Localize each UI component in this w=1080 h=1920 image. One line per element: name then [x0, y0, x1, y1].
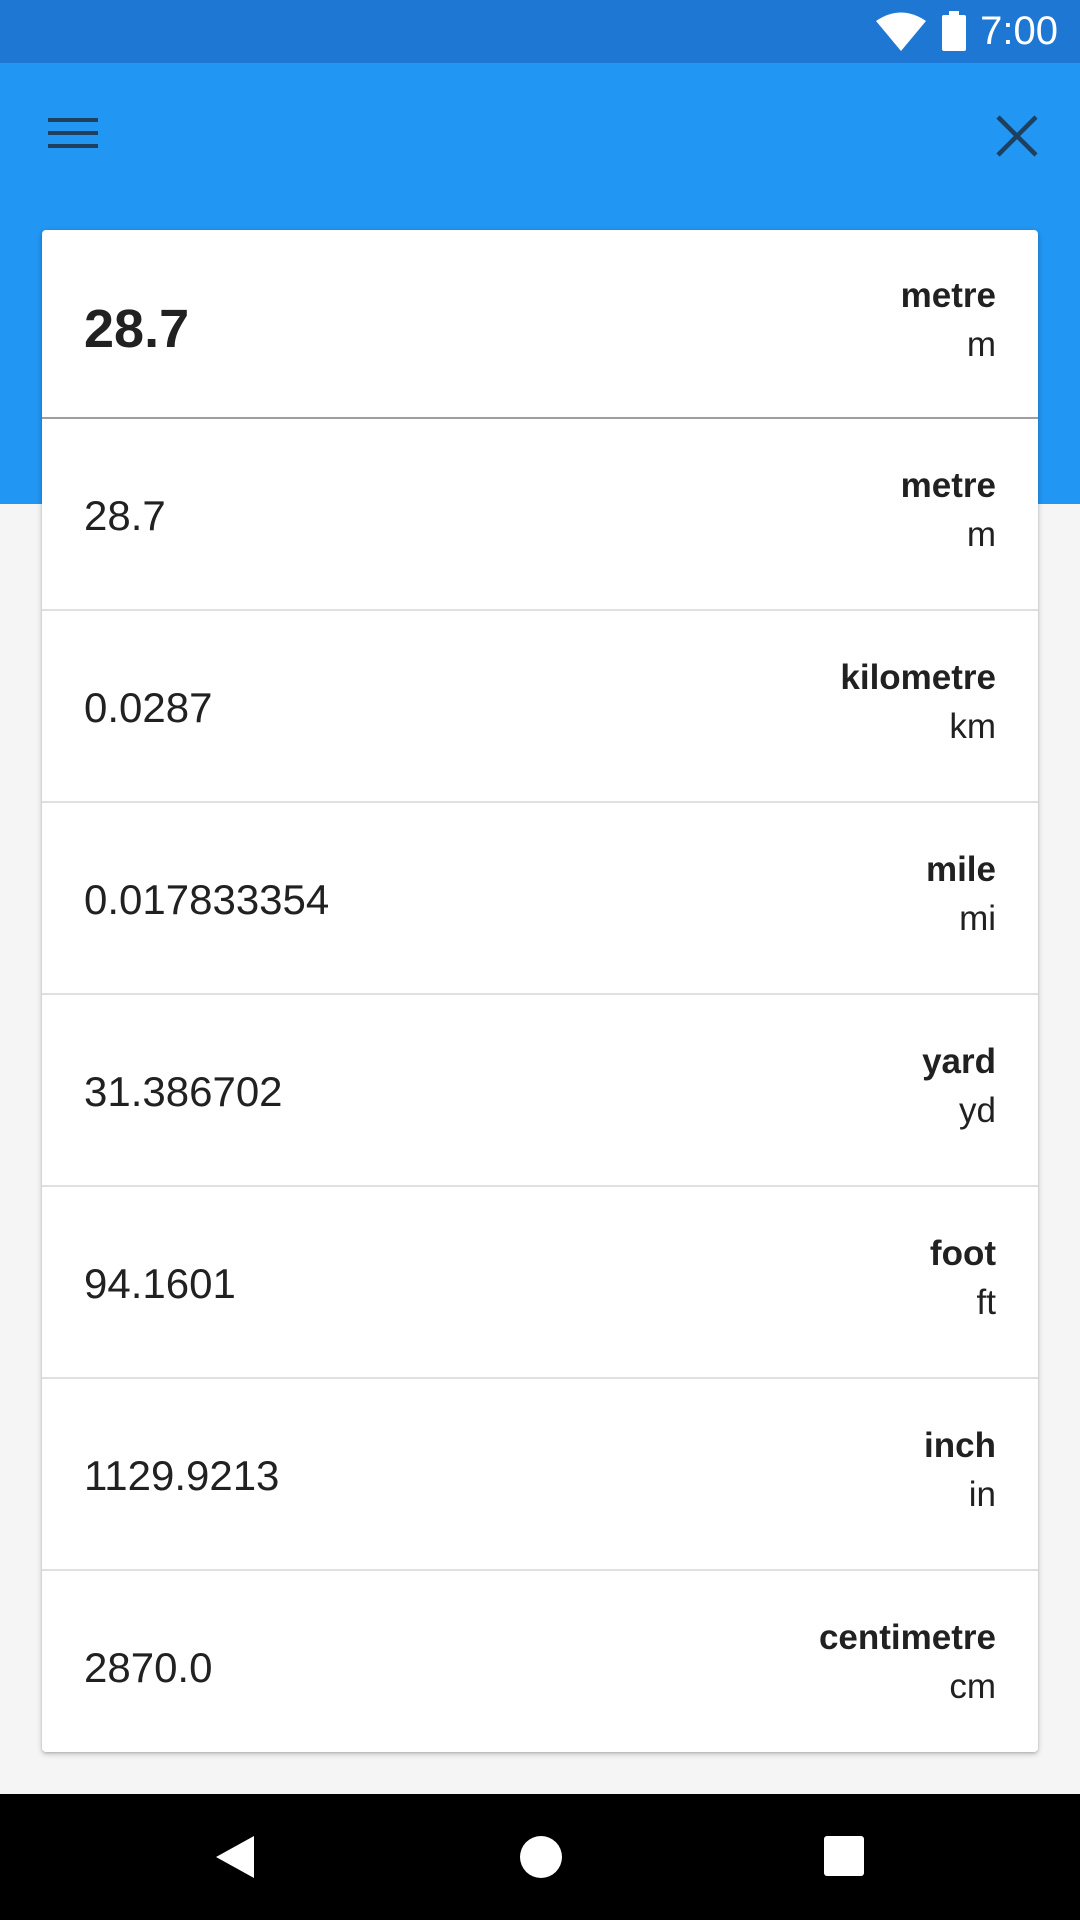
recents-icon[interactable]	[824, 1836, 864, 1876]
status-bar: 7:00	[0, 0, 1080, 63]
result-value: 31.386702	[84, 1068, 283, 1115]
result-unit-symbol: yd	[959, 1091, 996, 1130]
close-icon	[996, 115, 1038, 157]
close-button[interactable]	[981, 100, 1053, 172]
result-unit-name: centimetre	[818, 1618, 996, 1657]
result-unit-name: yard	[922, 1042, 996, 1081]
result-row-kilometre[interactable]: 0.0287 kilometre km	[42, 611, 1038, 803]
result-value: 1129.9213	[84, 1452, 280, 1499]
result-unit-name: metre	[900, 466, 996, 505]
result-value: 94.1601	[84, 1260, 236, 1307]
input-unit-symbol: m	[966, 325, 996, 364]
home-icon[interactable]	[519, 1835, 563, 1879]
result-unit: foot ft	[930, 1232, 996, 1328]
menu-button[interactable]	[40, 100, 106, 166]
result-row-foot[interactable]: 94.1601 foot ft	[42, 1187, 1038, 1379]
back-icon[interactable]	[214, 1834, 260, 1880]
result-unit-symbol: ft	[976, 1283, 996, 1322]
result-value: 2870.0	[84, 1644, 213, 1691]
result-unit: metre m	[901, 464, 996, 560]
conversion-card: 28.7 metre m 28.7 metre m 0.0287 kilomet…	[42, 230, 1038, 1752]
wifi-icon	[876, 12, 926, 51]
result-unit-symbol: mi	[959, 899, 996, 938]
input-row[interactable]: 28.7 metre m	[42, 230, 1038, 419]
result-unit: yard yd	[922, 1040, 996, 1136]
status-time: 7:00	[980, 9, 1058, 53]
result-row-inch[interactable]: 1129.9213 inch in	[42, 1379, 1038, 1571]
result-unit-name: mile	[925, 850, 996, 889]
result-unit-symbol: in	[968, 1475, 996, 1514]
battery-icon	[942, 11, 966, 51]
menu-icon	[48, 118, 98, 148]
result-unit-symbol: km	[949, 707, 996, 746]
result-unit-name: foot	[929, 1234, 996, 1273]
input-unit-selector[interactable]: metre m	[901, 274, 996, 370]
result-row-centimetre[interactable]: 2870.0 centimetre cm	[42, 1571, 1038, 1752]
navigation-bar	[0, 1794, 1080, 1920]
result-unit-name: inch	[924, 1426, 996, 1465]
result-row-metre[interactable]: 28.7 metre m	[42, 419, 1038, 611]
result-unit: centimetre cm	[819, 1616, 996, 1712]
result-unit: kilometre km	[840, 656, 996, 752]
result-unit-symbol: m	[966, 515, 996, 554]
result-unit-name: kilometre	[840, 658, 996, 697]
result-value: 0.017833354	[84, 876, 330, 923]
result-value: 0.0287	[84, 684, 213, 731]
input-unit-name: metre	[900, 276, 996, 315]
result-unit-symbol: cm	[949, 1667, 996, 1706]
result-unit: inch in	[924, 1424, 996, 1520]
result-unit: mile mi	[926, 848, 996, 944]
input-value[interactable]: 28.7	[84, 298, 189, 360]
result-row-yard[interactable]: 31.386702 yard yd	[42, 995, 1038, 1187]
result-value: 28.7	[84, 492, 166, 539]
result-row-mile[interactable]: 0.017833354 mile mi	[42, 803, 1038, 995]
